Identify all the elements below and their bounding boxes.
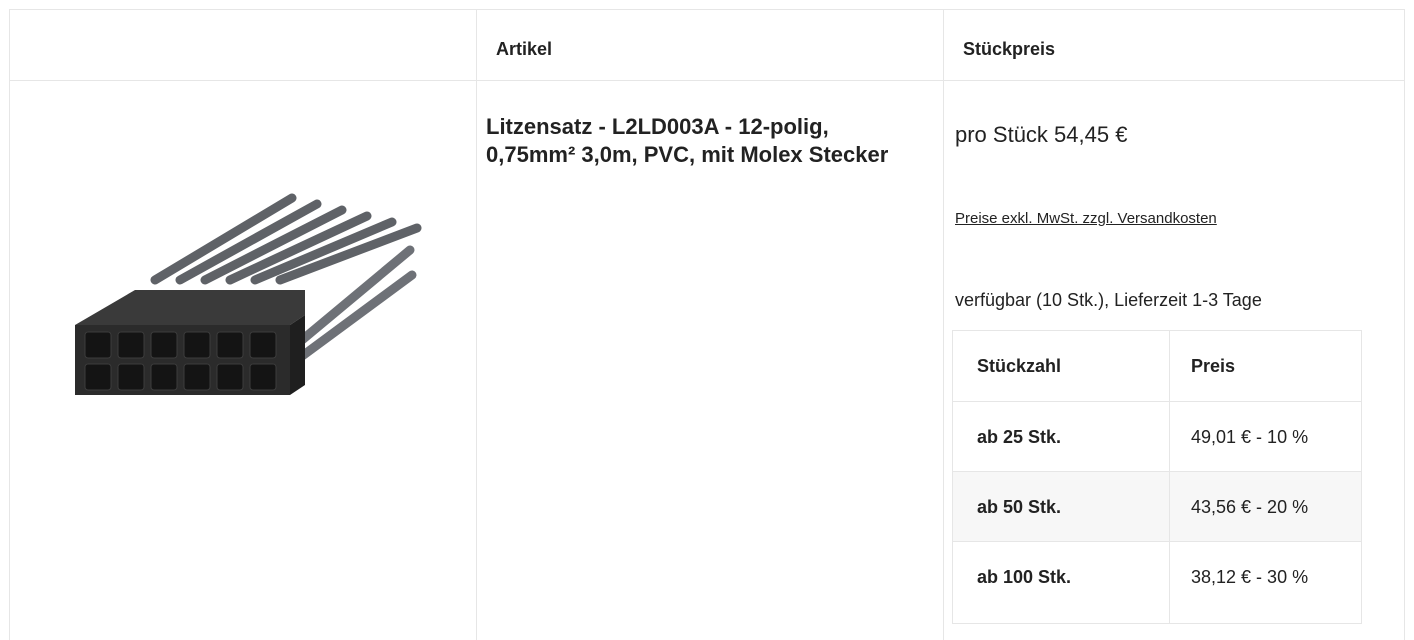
tier-header-qty: Stückzahl (977, 356, 1062, 376)
unit-price: pro Stück 54,45 € (955, 122, 1128, 147)
tier-price-table: Stückzahl Preis ab 25 Stk. 49,01 € - 10 … (952, 330, 1362, 624)
tier-qty: ab 50 Stk. (977, 497, 1062, 517)
column-divider (943, 10, 944, 640)
product-title[interactable]: Litzensatz - L2LD003A - 12-polig, 0,75mm… (486, 113, 906, 169)
connector-image (75, 193, 422, 395)
tier-column-divider (1169, 331, 1170, 623)
table-row: ab 50 Stk. 43,56 € - 20 % (953, 471, 1361, 541)
table-row: ab 25 Stk. 49,01 € - 10 % (953, 401, 1361, 471)
tier-header-row: Stückzahl Preis (953, 331, 1361, 401)
header-unit-price: Stückpreis (963, 39, 1056, 59)
vat-shipping-link[interactable]: Preise exkl. MwSt. zzgl. Versandkosten (955, 210, 1217, 227)
header-divider (10, 80, 1404, 81)
tier-price: 49,01 € - 10 % (1191, 427, 1309, 447)
tier-price: 38,12 € - 30 % (1191, 567, 1309, 587)
header-article: Artikel (496, 39, 553, 59)
tier-qty: ab 100 Stk. (977, 567, 1072, 587)
tier-header-price: Preis (1191, 356, 1236, 376)
column-divider (476, 10, 477, 640)
tier-price: 43,56 € - 20 % (1191, 497, 1309, 517)
tier-qty: ab 25 Stk. (977, 427, 1062, 447)
availability-text: verfügbar (10 Stk.), Lieferzeit 1-3 Tage (955, 290, 1262, 310)
table-row: ab 100 Stk. 38,12 € - 30 % (953, 541, 1361, 611)
